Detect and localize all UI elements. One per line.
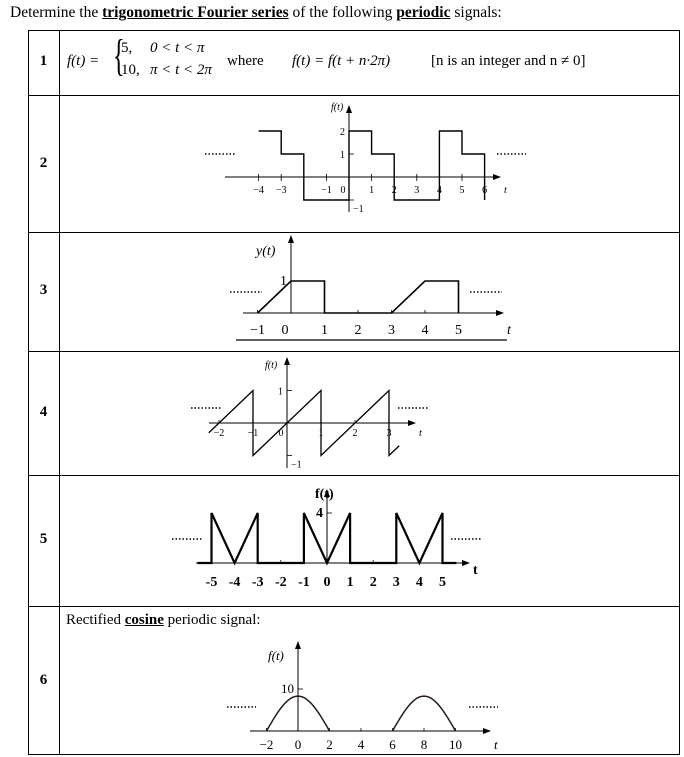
x-tick-label: -2 xyxy=(275,575,287,590)
x-axis-label: t xyxy=(419,428,422,439)
x-axis-label: t xyxy=(494,737,498,752)
x-tick-label: -4 xyxy=(229,575,241,590)
x-axis-label: t xyxy=(473,563,478,578)
signal-plots: f(t) t −4 −3 −1 0 1 2 3 4 5 6 2 1 −1 y(t) t −1 0 1 2 3 4 5 1 f(… xyxy=(172,102,526,752)
x-tick-label: 3 xyxy=(414,185,419,196)
x-tick-label: 3 xyxy=(388,323,395,338)
x-tick-label: 2 xyxy=(353,428,358,439)
x-tick-label: −3 xyxy=(276,185,287,196)
x-tick-label: 3 xyxy=(393,575,400,590)
plot-signal-4: f(t)t−2 −1 0 1 2 31−1 xyxy=(191,357,428,471)
y-axis-label: f(t) xyxy=(331,102,344,113)
signal-waveform xyxy=(256,280,460,314)
plot-signal-3: y(t)t−1 0 1 2 3 4 51 xyxy=(230,235,512,341)
plot-signal-2: f(t)t−4 −3 −1 0 1 2 3 4 5 621−1 xyxy=(205,102,526,215)
y-axis-label: y(t) xyxy=(254,244,276,259)
x-tick-label: 8 xyxy=(421,737,428,752)
x-tick-label: 4 xyxy=(358,737,365,752)
y-tick-label: 10 xyxy=(281,681,294,696)
x-tick-label: 2 xyxy=(355,323,362,338)
y-axis-label: f(t) xyxy=(265,360,278,371)
x-tick-label: -5 xyxy=(206,575,218,590)
x-tick-label: 1 xyxy=(369,185,374,196)
y-tick-label: 1 xyxy=(278,387,283,398)
y-tick-label: 1 xyxy=(340,150,345,161)
y-tick-label: 2 xyxy=(340,127,345,138)
x-axis-label: t xyxy=(507,323,512,338)
x-tick-label: 4 xyxy=(422,323,429,338)
x-tick-label: 10 xyxy=(449,737,462,752)
y-tick-label: −1 xyxy=(353,204,364,215)
x-tick-label: −1 xyxy=(321,185,332,196)
x-tick-label: -1 xyxy=(298,575,310,590)
x-tick-label: 1 xyxy=(347,575,354,590)
x-tick-label: 2 xyxy=(326,737,333,752)
x-tick-label: 4 xyxy=(416,575,423,590)
x-tick-label: -3 xyxy=(252,575,264,590)
y-tick-label: 4 xyxy=(316,506,323,521)
y-tick-label: −1 xyxy=(291,460,302,471)
x-tick-label: 1 xyxy=(321,323,328,338)
y-axis-label: f(t) xyxy=(315,487,334,502)
x-tick-label: 0 xyxy=(341,185,346,196)
plot-signal-5: f(t) t -5 -4 -3 -2 -1 0 1 2 3 4 5 4 xyxy=(172,487,481,590)
x-tick-label: −2 xyxy=(260,737,274,752)
x-tick-label: 0 xyxy=(295,737,302,752)
x-axis-label: t xyxy=(504,185,507,196)
x-tick-label: −2 xyxy=(214,428,225,439)
x-tick-label: 2 xyxy=(370,575,377,590)
x-tick-label: 6 xyxy=(389,737,396,752)
x-tick-label: 0 xyxy=(324,575,331,590)
signal-pulse xyxy=(391,695,457,732)
x-tick-label: 5 xyxy=(439,575,446,590)
y-axis-label: f(t) xyxy=(268,648,284,663)
plot-signal-6: f(t) t −2 0 2 4 6 8 10 10 xyxy=(227,641,498,752)
x-tick-label: 0 xyxy=(282,323,289,338)
x-tick-label: 5 xyxy=(455,323,462,338)
x-tick-label: 5 xyxy=(460,185,465,196)
x-tick-label: −1 xyxy=(250,323,265,338)
x-tick-label: −4 xyxy=(253,185,264,196)
